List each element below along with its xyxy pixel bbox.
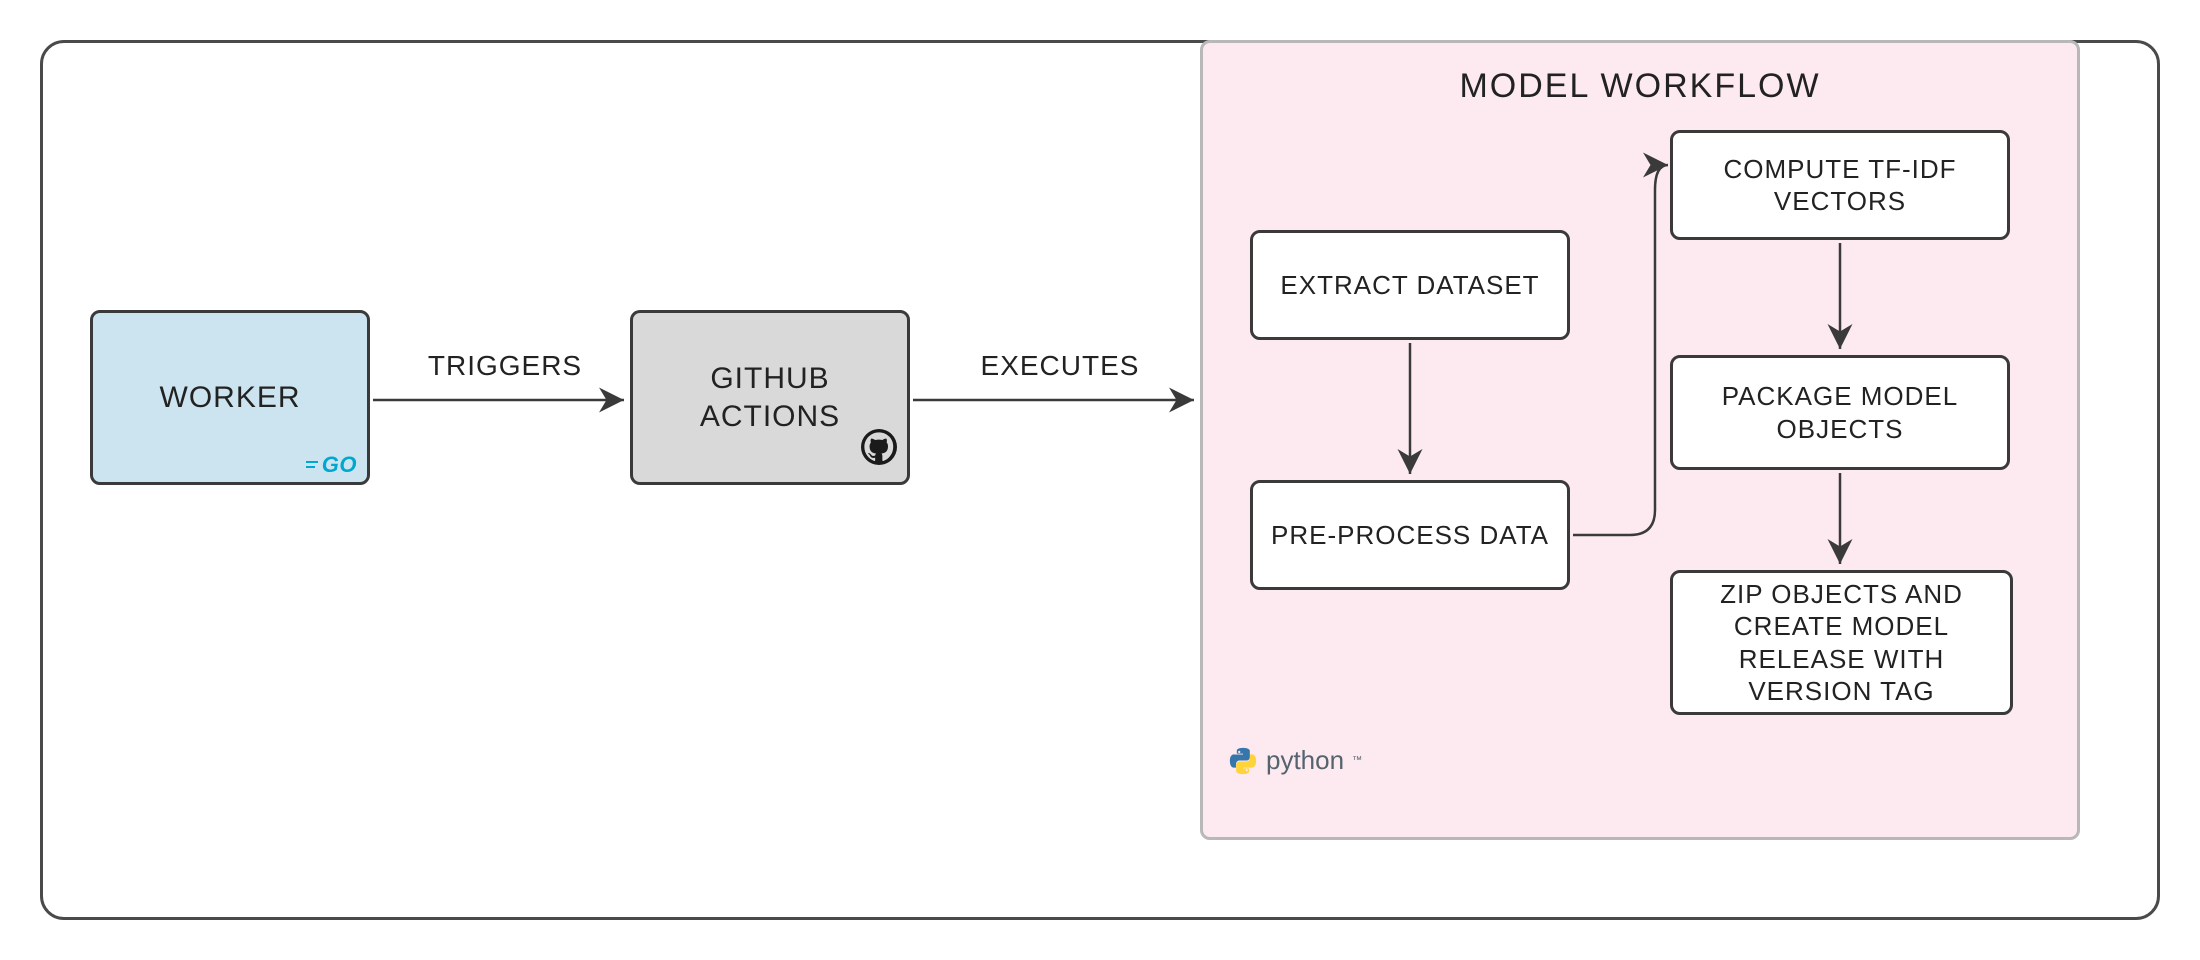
github-actions-label: GITHUB ACTIONS: [647, 360, 893, 435]
workflow-step-extract: EXTRACT DATASET: [1250, 230, 1570, 340]
go-logo-text: GO: [322, 451, 357, 479]
worker-label: WORKER: [160, 379, 301, 417]
github-actions-node: GITHUB ACTIONS: [630, 310, 910, 485]
model-workflow-title: MODEL WORKFLOW: [1459, 65, 1820, 108]
workflow-step-package-label: PACKAGE MODEL OBJECTS: [1687, 380, 1993, 445]
edge-label-triggers: TRIGGERS: [405, 350, 605, 382]
workflow-step-tfidf: COMPUTE TF-IDF VECTORS: [1670, 130, 2010, 240]
workflow-step-zip: ZIP OBJECTS AND CREATE MODEL RELEASE WIT…: [1670, 570, 2013, 715]
python-logo-text: python: [1266, 745, 1344, 776]
go-logo-icon: GO: [306, 451, 357, 479]
workflow-step-extract-label: EXTRACT DATASET: [1280, 269, 1539, 302]
workflow-step-zip-label: ZIP OBJECTS AND CREATE MODEL RELEASE WIT…: [1687, 578, 1996, 708]
edge-label-executes: EXECUTES: [945, 350, 1175, 382]
github-icon: [861, 429, 897, 475]
workflow-step-package: PACKAGE MODEL OBJECTS: [1670, 355, 2010, 470]
worker-node: WORKER GO: [90, 310, 370, 485]
workflow-step-tfidf-label: COMPUTE TF-IDF VECTORS: [1687, 153, 1993, 218]
python-logo-icon: python™: [1228, 745, 1362, 776]
workflow-step-preprocess-label: PRE-PROCESS DATA: [1271, 519, 1549, 552]
workflow-step-preprocess: PRE-PROCESS DATA: [1250, 480, 1570, 590]
